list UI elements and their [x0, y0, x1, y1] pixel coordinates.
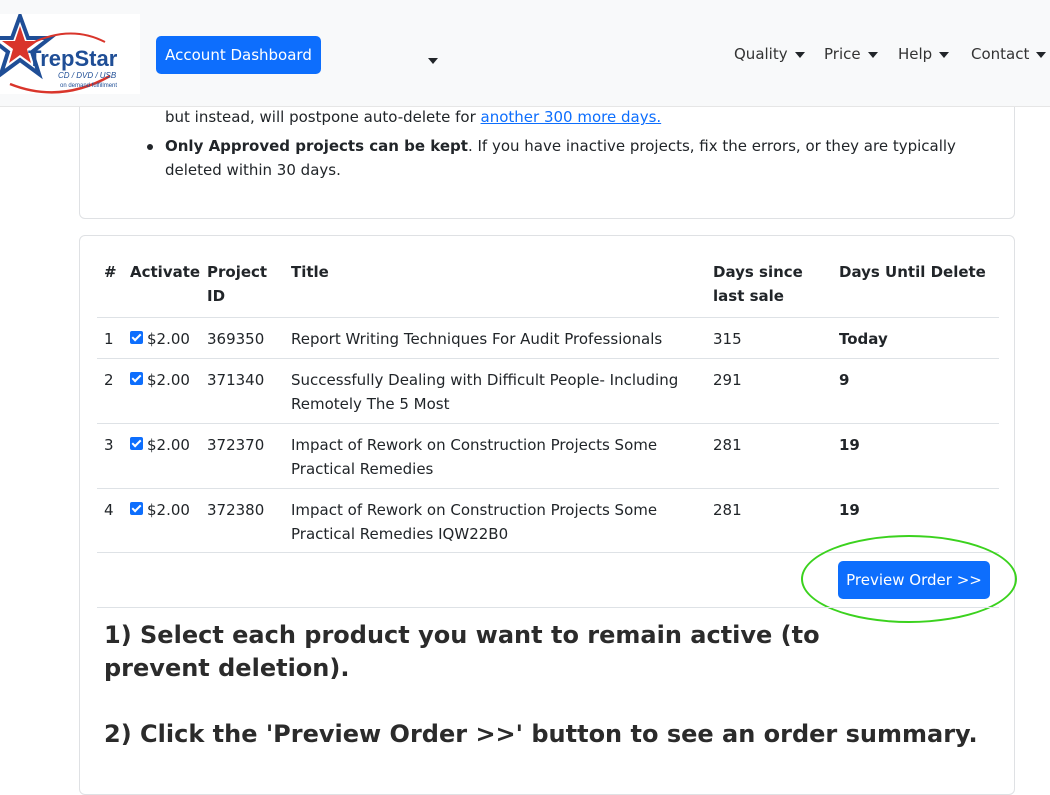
- row-price: $2.00: [147, 501, 190, 519]
- dropdown-toggle[interactable]: [428, 50, 442, 64]
- nav-contact-label: Contact: [971, 45, 1030, 63]
- row-project-id: 372370: [207, 436, 265, 454]
- chevron-down-icon: [939, 51, 950, 58]
- row-price: $2.00: [147, 436, 190, 454]
- row-project-id: 371340: [207, 371, 265, 389]
- trepstar-logo[interactable]: TrepStar CD / DVD / USB on demand fulfil…: [0, 14, 140, 94]
- divider: [97, 607, 999, 608]
- row-days-until: Today: [839, 330, 888, 348]
- table-row: 2 $2.00 371340 Successfully Dealing with…: [97, 358, 999, 423]
- row-days-until: 9: [839, 371, 850, 389]
- nav-quality[interactable]: Quality: [734, 45, 805, 63]
- logo-subtitle: CD / DVD / USB: [58, 71, 117, 80]
- header-project-id: Project ID: [207, 263, 268, 305]
- logo-tagline: on demand fulfillment: [60, 83, 117, 89]
- header-activate: Activate: [130, 263, 201, 281]
- activate-checkbox[interactable]: [130, 331, 143, 344]
- row-title: Successfully Dealing with Difficult Peop…: [291, 371, 679, 413]
- row-title: Impact of Rework on Construction Project…: [291, 436, 658, 478]
- approved-only-text: Only Approved projects can be kept: [165, 137, 468, 155]
- notice-card: but instead, will postpone auto-delete f…: [79, 90, 1015, 219]
- activate-checkbox[interactable]: [130, 372, 143, 385]
- activate-checkbox[interactable]: [130, 437, 143, 450]
- chevron-down-icon: [1036, 51, 1047, 58]
- row-num: 4: [104, 501, 114, 519]
- nav-price-label: Price: [824, 45, 861, 63]
- row-num: 1: [104, 330, 114, 348]
- notice-text: but instead, will postpone auto-delete f…: [165, 108, 481, 126]
- row-project-id: 372380: [207, 501, 265, 519]
- instruction-step-2: 2) Click the 'Preview Order >>' button t…: [104, 720, 978, 748]
- logo-wordmark: TrepStar: [28, 46, 118, 71]
- top-navbar: TrepStar CD / DVD / USB on demand fulfil…: [0, 0, 1050, 107]
- header-days-until: Days Until Delete: [839, 263, 986, 281]
- activate-checkbox[interactable]: [130, 502, 143, 515]
- row-num: 3: [104, 436, 114, 454]
- row-price: $2.00: [147, 330, 190, 348]
- row-days-until: 19: [839, 501, 860, 519]
- preview-order-button[interactable]: Preview Order >>: [838, 561, 990, 599]
- chevron-down-icon: [867, 51, 878, 58]
- row-project-id: 369350: [207, 330, 265, 348]
- row-days-until: 19: [839, 436, 860, 454]
- account-dashboard-button[interactable]: Account Dashboard: [156, 36, 321, 74]
- row-title: Impact of Rework on Construction Project…: [291, 501, 658, 543]
- nav-help[interactable]: Help: [898, 45, 950, 63]
- bullet-dot: [147, 144, 153, 150]
- row-days-since: 315: [713, 330, 742, 348]
- row-days-since: 291: [713, 371, 742, 389]
- table-row: 1 $2.00 369350 Report Writing Techniques…: [97, 317, 999, 358]
- nav-quality-label: Quality: [734, 45, 788, 63]
- row-num: 2: [104, 371, 114, 389]
- row-days-since: 281: [713, 436, 742, 454]
- instruction-step-1: 1) Select each product you want to remai…: [104, 621, 820, 682]
- row-days-since: 281: [713, 501, 742, 519]
- header-title: Title: [291, 263, 329, 281]
- chevron-down-icon: [794, 51, 805, 58]
- row-title: Report Writing Techniques For Audit Prof…: [291, 330, 663, 348]
- notice-bullet: Only Approved projects can be kept. If y…: [147, 134, 995, 182]
- nav-help-label: Help: [898, 45, 933, 63]
- another-300-days-link[interactable]: another 300 more days.: [481, 108, 662, 126]
- row-price: $2.00: [147, 371, 190, 389]
- nav-price[interactable]: Price: [824, 45, 878, 63]
- chevron-down-icon: [428, 57, 438, 64]
- notice-line: but instead, will postpone auto-delete f…: [165, 105, 661, 129]
- header-days-since: Days since last sale: [713, 263, 803, 305]
- nav-contact[interactable]: Contact: [971, 45, 1047, 63]
- table-row: 3 $2.00 372370 Impact of Rework on Const…: [97, 423, 999, 488]
- header-num: #: [104, 263, 117, 281]
- projects-card: # Activate Project ID Title Days since l…: [79, 235, 1017, 795]
